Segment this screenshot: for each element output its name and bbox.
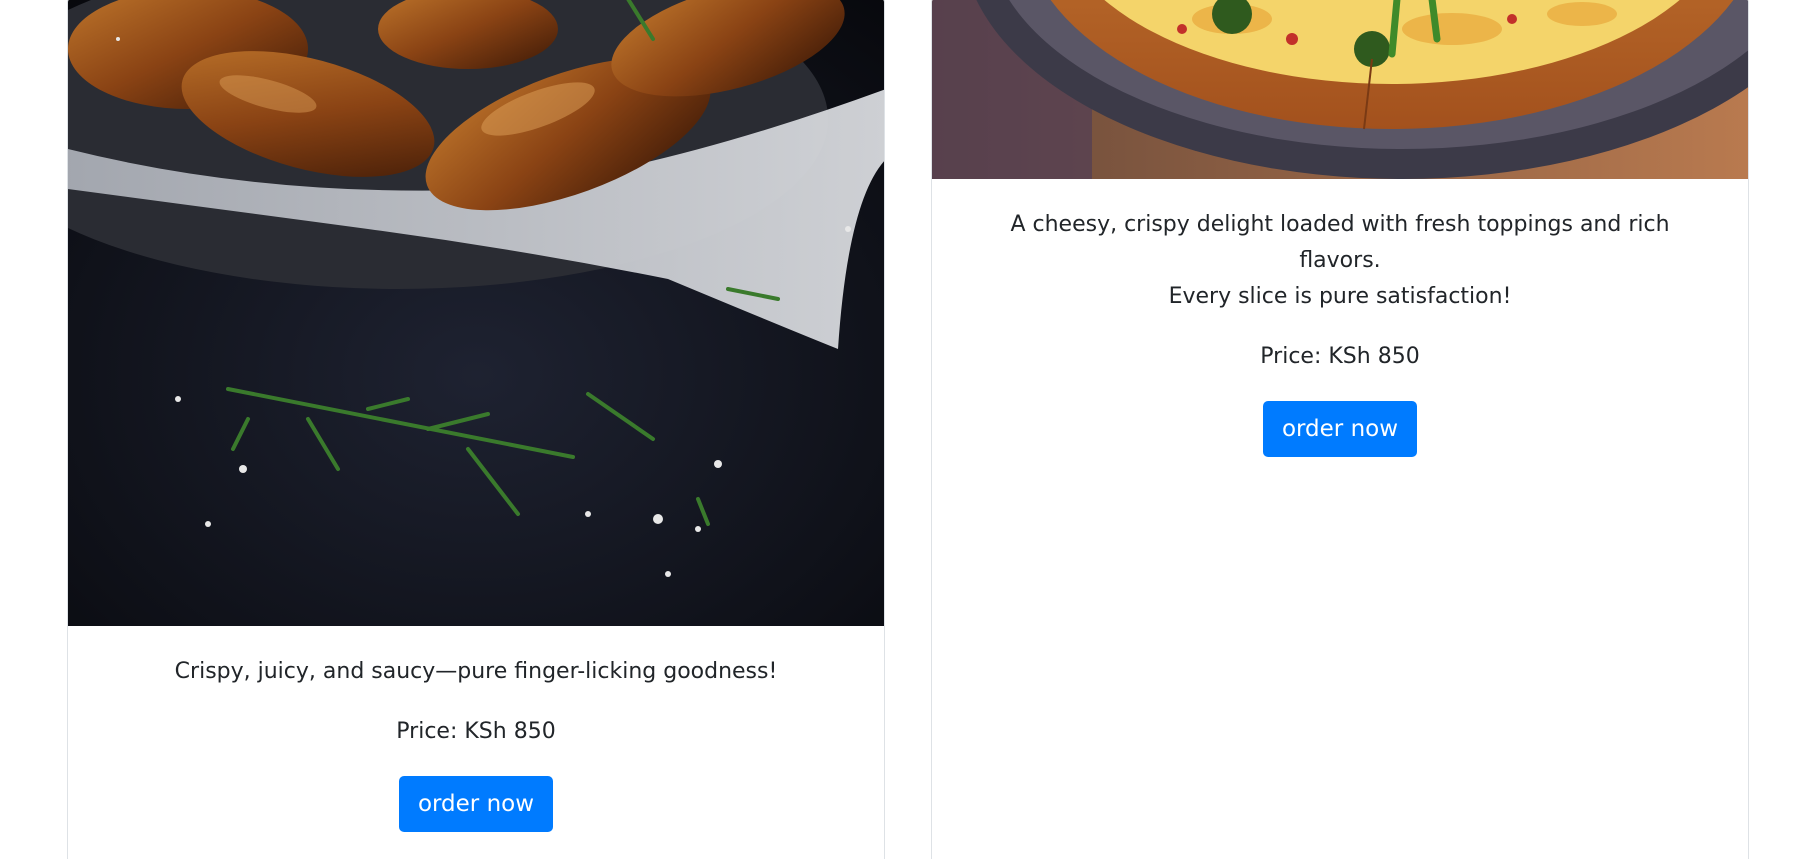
chicken-wings-image [68,0,884,626]
item-price: Price: KSh 850 [1260,344,1420,369]
card-body: Crispy, juicy, and saucy—pure finger-lic… [68,654,884,832]
pizza-image [932,0,1748,179]
card-body: A cheesy, crispy delight loaded with fre… [932,207,1748,457]
menu-card-pizza: A cheesy, crispy delight loaded with fre… [931,0,1749,859]
item-description: A cheesy, crispy delight loaded with fre… [932,207,1748,315]
order-now-button[interactable]: order now [1262,401,1418,457]
item-description: Crispy, juicy, and saucy—pure finger-lic… [174,659,778,684]
menu-card-chicken-wings: Crispy, juicy, and saucy—pure finger-lic… [67,0,885,859]
item-description-line-2: Every slice is pure satisfaction! [1168,284,1512,309]
menu-page: Crispy, juicy, and saucy—pure finger-lic… [0,0,1819,859]
item-description-line-1: A cheesy, crispy delight loaded with fre… [1010,212,1670,273]
item-price: Price: KSh 850 [396,719,556,744]
order-now-button[interactable]: order now [398,776,554,832]
